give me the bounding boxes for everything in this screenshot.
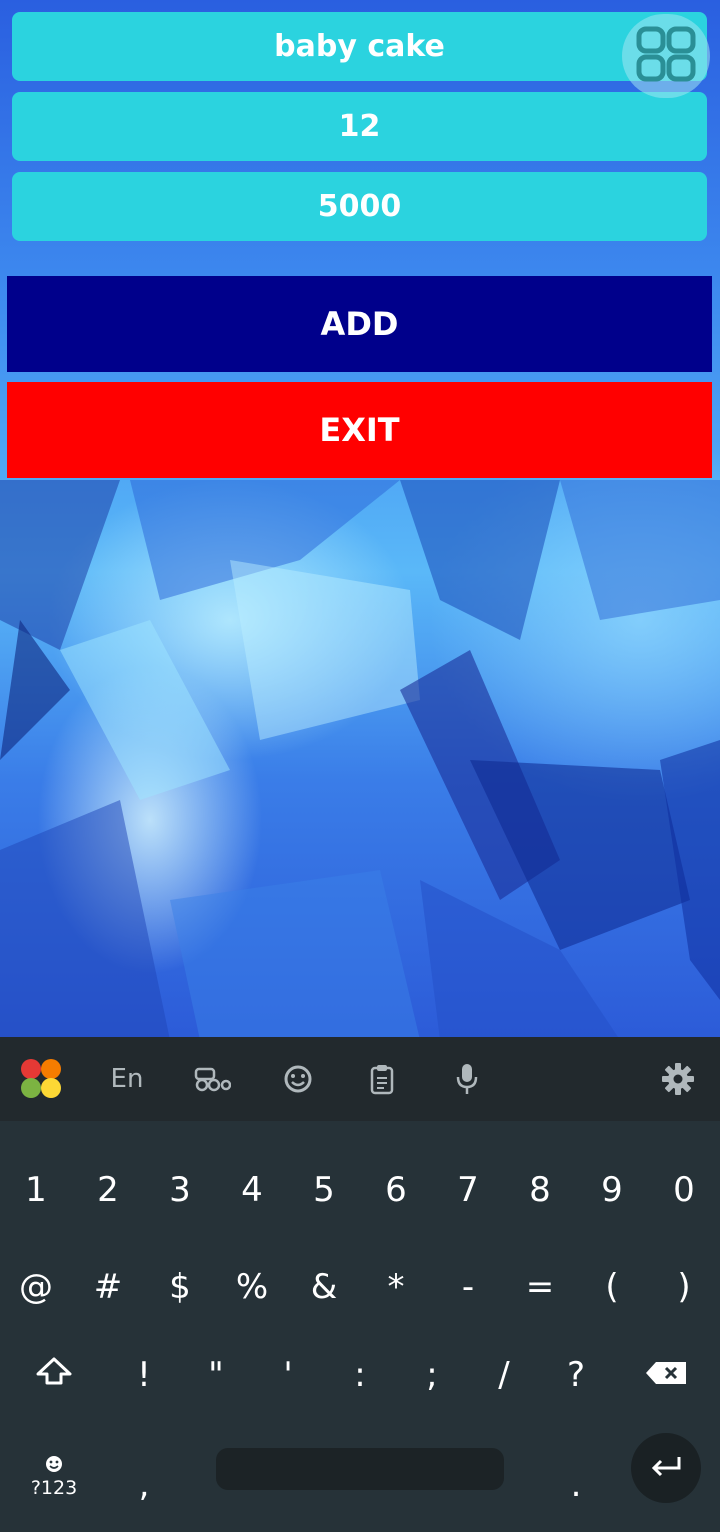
key-0[interactable]: 0 xyxy=(654,1160,714,1220)
key-question[interactable]: ? xyxy=(546,1345,606,1405)
key-exclamation[interactable]: ! xyxy=(114,1345,174,1405)
clipboard-icon[interactable] xyxy=(360,1059,404,1099)
glasses-icon[interactable] xyxy=(190,1059,234,1099)
backspace-icon xyxy=(644,1355,688,1395)
key-minus[interactable]: - xyxy=(438,1257,498,1317)
key-1[interactable]: 1 xyxy=(6,1160,66,1220)
key-double-quote[interactable]: " xyxy=(186,1345,246,1405)
key-8[interactable]: 8 xyxy=(510,1160,570,1220)
quantity-field-value: 12 xyxy=(338,109,381,144)
key-comma[interactable]: , xyxy=(114,1455,174,1515)
key-apostrophe[interactable]: ' xyxy=(258,1345,318,1405)
language-label: En xyxy=(110,1064,144,1094)
microphone-icon[interactable] xyxy=(445,1059,489,1099)
enter-key[interactable] xyxy=(631,1433,701,1503)
shift-key[interactable] xyxy=(22,1345,86,1405)
key-4[interactable]: 4 xyxy=(222,1160,282,1220)
key-colon[interactable]: : xyxy=(330,1345,390,1405)
enter-icon xyxy=(649,1454,683,1482)
key-9[interactable]: 9 xyxy=(582,1160,642,1220)
quantity-field[interactable]: 12 xyxy=(12,92,707,161)
name-field[interactable]: baby cake xyxy=(12,12,707,81)
key-percent[interactable]: % xyxy=(222,1257,282,1317)
key-3[interactable]: 3 xyxy=(150,1160,210,1220)
key-ampersand[interactable]: & xyxy=(294,1257,354,1317)
name-field-value: baby cake xyxy=(274,29,445,64)
keyboard-toolbar: En xyxy=(0,1037,720,1121)
add-button[interactable]: ADD xyxy=(7,276,712,372)
key-hash[interactable]: # xyxy=(78,1257,138,1317)
key-period[interactable]: . xyxy=(546,1455,606,1515)
key-6[interactable]: 6 xyxy=(366,1160,426,1220)
language-toggle[interactable]: En xyxy=(100,1059,154,1099)
exit-button-label: EXIT xyxy=(319,411,400,449)
key-slash[interactable]: / xyxy=(474,1345,534,1405)
price-field-value: 5000 xyxy=(317,189,402,224)
settings-gear-icon[interactable] xyxy=(656,1059,700,1099)
on-screen-keyboard: En 1 2 3 4 5 6 7 8 9 0 @ # $ % & * - = (… xyxy=(0,1037,720,1532)
smiley-icon xyxy=(45,1455,63,1477)
key-7[interactable]: 7 xyxy=(438,1160,498,1220)
price-field[interactable]: 5000 xyxy=(12,172,707,241)
key-at[interactable]: @ xyxy=(6,1257,66,1317)
key-2[interactable]: 2 xyxy=(78,1160,138,1220)
key-semicolon[interactable]: ; xyxy=(402,1345,462,1405)
key-equals[interactable]: = xyxy=(510,1257,570,1317)
key-left-paren[interactable]: ( xyxy=(582,1257,642,1317)
space-bar[interactable] xyxy=(216,1448,504,1490)
app-logo-icon[interactable] xyxy=(20,1059,64,1099)
symbols-toggle-label: ?123 xyxy=(30,1477,78,1499)
symbols-toggle-key[interactable]: ?123 xyxy=(22,1447,86,1507)
shift-icon xyxy=(34,1355,74,1395)
key-dollar[interactable]: $ xyxy=(150,1257,210,1317)
add-button-label: ADD xyxy=(320,305,399,343)
backspace-key[interactable] xyxy=(634,1345,698,1405)
key-right-paren[interactable]: ) xyxy=(654,1257,714,1317)
exit-button[interactable]: EXIT xyxy=(7,382,712,478)
key-asterisk[interactable]: * xyxy=(366,1257,426,1317)
key-5[interactable]: 5 xyxy=(294,1160,354,1220)
floating-menu-button[interactable] xyxy=(622,14,710,98)
emoji-icon[interactable] xyxy=(276,1059,320,1099)
grid-icon xyxy=(635,25,697,87)
